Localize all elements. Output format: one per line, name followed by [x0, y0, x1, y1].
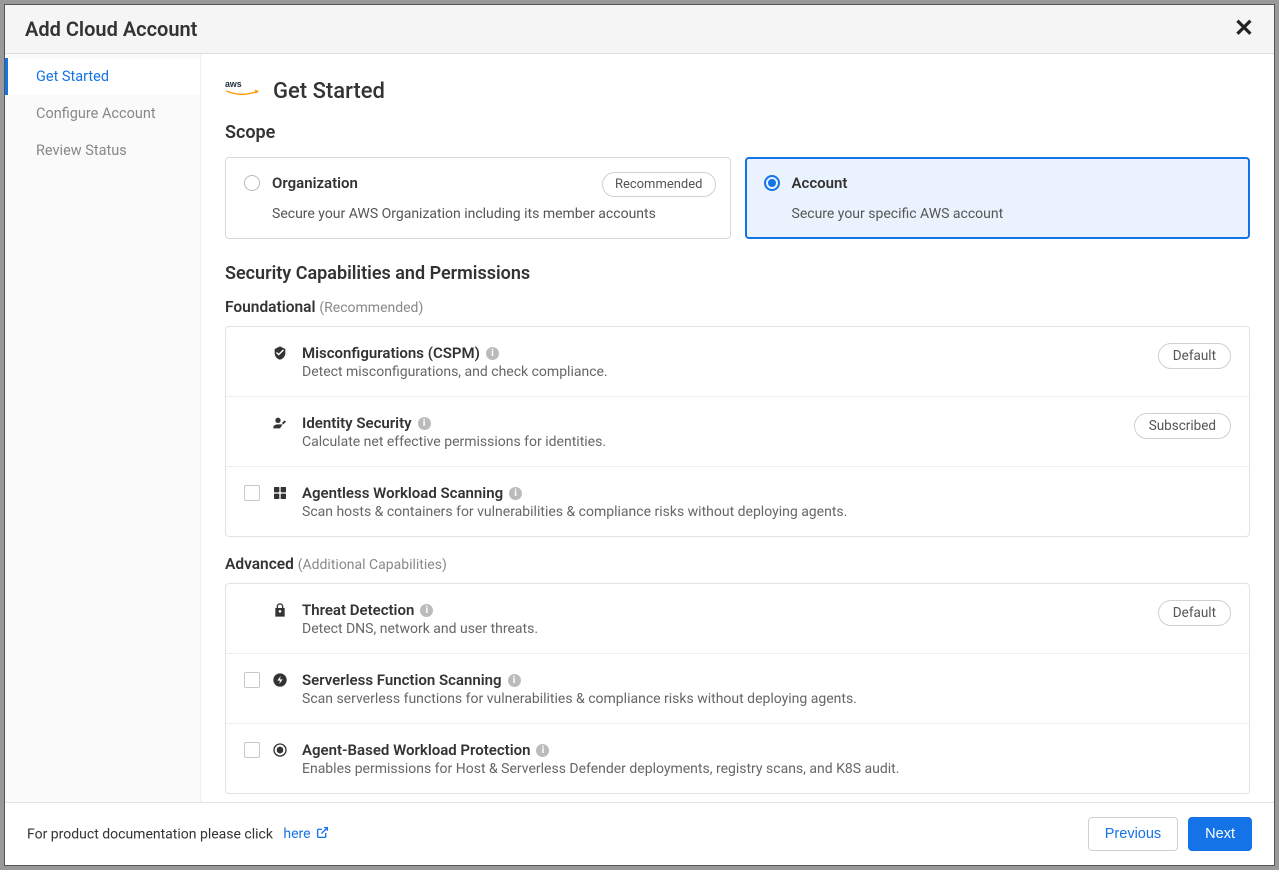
- page-header: aws Get Started: [225, 78, 1250, 104]
- advanced-capability-list: Threat Detection i Detect DNS, network a…: [225, 583, 1250, 794]
- capability-title: Misconfigurations (CSPM): [302, 344, 480, 362]
- close-button[interactable]: ✕: [1234, 17, 1254, 41]
- capabilities-section-title: Security Capabilities and Permissions: [225, 263, 1250, 284]
- recommended-badge: Recommended: [602, 172, 716, 197]
- info-icon[interactable]: i: [420, 604, 433, 617]
- svg-text:aws: aws: [225, 79, 242, 89]
- info-icon[interactable]: i: [536, 744, 549, 757]
- sidebar-item-label: Configure Account: [36, 105, 156, 122]
- modal-title: Add Cloud Account: [25, 17, 197, 41]
- capability-desc: Scan serverless functions for vulnerabil…: [302, 691, 1231, 707]
- next-button[interactable]: Next: [1188, 817, 1252, 851]
- wizard-sidebar: Get Started Configure Account Review Sta…: [5, 54, 201, 802]
- capability-checkbox[interactable]: [244, 742, 260, 758]
- scope-section-title: Scope: [225, 122, 1250, 143]
- foundational-label: Foundational (Recommended): [225, 298, 1250, 316]
- foundational-capability-list: Misconfigurations (CSPM) i Detect miscon…: [225, 326, 1250, 537]
- sidebar-item-label: Review Status: [36, 142, 127, 159]
- capability-desc: Calculate net effective permissions for …: [302, 434, 1122, 450]
- external-link-icon: [316, 826, 329, 843]
- info-icon[interactable]: i: [509, 487, 522, 500]
- sidebar-item-label: Get Started: [36, 68, 109, 85]
- cspm-icon: [272, 345, 290, 365]
- capability-row-agent-based: Agent-Based Workload Protection i Enable…: [226, 724, 1249, 793]
- scope-cards: Organization Recommended Secure your AWS…: [225, 157, 1250, 239]
- scope-desc: Secure your specific AWS account: [764, 206, 1232, 222]
- add-cloud-account-modal: Add Cloud Account ✕ Get Started Configur…: [4, 4, 1275, 866]
- capability-row-identity: Identity Security i Calculate net effect…: [226, 397, 1249, 467]
- capability-desc: Enables permissions for Host & Serverles…: [302, 761, 1231, 777]
- scope-name: Account: [792, 174, 848, 192]
- radio-organization[interactable]: [244, 175, 260, 191]
- capability-title: Serverless Function Scanning: [302, 671, 502, 689]
- capability-title: Agent-Based Workload Protection: [302, 741, 530, 759]
- sidebar-item-configure-account[interactable]: Configure Account: [5, 95, 200, 132]
- capability-checkbox[interactable]: [244, 485, 260, 501]
- default-badge: Default: [1158, 343, 1231, 369]
- capability-row-cspm: Misconfigurations (CSPM) i Detect miscon…: [226, 327, 1249, 397]
- footer-buttons: Previous Next: [1088, 817, 1252, 851]
- capability-row-threat-detection: Threat Detection i Detect DNS, network a…: [226, 584, 1249, 654]
- info-icon[interactable]: i: [508, 674, 521, 687]
- capability-title: Threat Detection: [302, 601, 414, 619]
- scope-card-account[interactable]: Account Secure your specific AWS account: [745, 157, 1251, 239]
- radio-account[interactable]: [764, 175, 780, 191]
- documentation-link[interactable]: here: [283, 826, 328, 843]
- capability-desc: Detect DNS, network and user threats.: [302, 621, 1146, 637]
- page-title: Get Started: [273, 79, 385, 104]
- advanced-label: Advanced (Additional Capabilities): [225, 555, 1250, 573]
- info-icon[interactable]: i: [486, 347, 499, 360]
- default-badge: Default: [1158, 600, 1231, 626]
- identity-icon: [272, 415, 290, 435]
- capability-row-agentless-workload: Agentless Workload Scanning i Scan hosts…: [226, 467, 1249, 536]
- serverless-icon: [272, 672, 290, 692]
- threat-icon: [272, 602, 290, 622]
- capability-checkbox[interactable]: [244, 672, 260, 688]
- info-icon[interactable]: i: [418, 417, 431, 430]
- subscribed-badge: Subscribed: [1134, 413, 1231, 439]
- modal-header: Add Cloud Account ✕: [5, 5, 1274, 54]
- capability-desc: Detect misconfigurations, and check comp…: [302, 364, 1146, 380]
- scope-card-organization[interactable]: Organization Recommended Secure your AWS…: [225, 157, 731, 239]
- previous-button[interactable]: Previous: [1088, 817, 1178, 851]
- capability-title: Agentless Workload Scanning: [302, 484, 503, 502]
- capability-title: Identity Security: [302, 414, 412, 432]
- main-content: aws Get Started Scope Organization Recom…: [201, 54, 1274, 802]
- documentation-text: For product documentation please click h…: [27, 826, 329, 843]
- scope-name: Organization: [272, 174, 358, 192]
- sidebar-item-get-started[interactable]: Get Started: [5, 58, 200, 95]
- agent-icon: [272, 742, 290, 762]
- capability-desc: Scan hosts & containers for vulnerabilit…: [302, 504, 1231, 520]
- sidebar-item-review-status[interactable]: Review Status: [5, 132, 200, 169]
- modal-body: Get Started Configure Account Review Sta…: [5, 54, 1274, 802]
- capability-row-serverless: Serverless Function Scanning i Scan serv…: [226, 654, 1249, 724]
- scope-desc: Secure your AWS Organization including i…: [244, 206, 712, 222]
- workload-icon: [272, 485, 290, 505]
- aws-logo-icon: aws: [225, 78, 259, 104]
- modal-footer: For product documentation please click h…: [5, 802, 1274, 865]
